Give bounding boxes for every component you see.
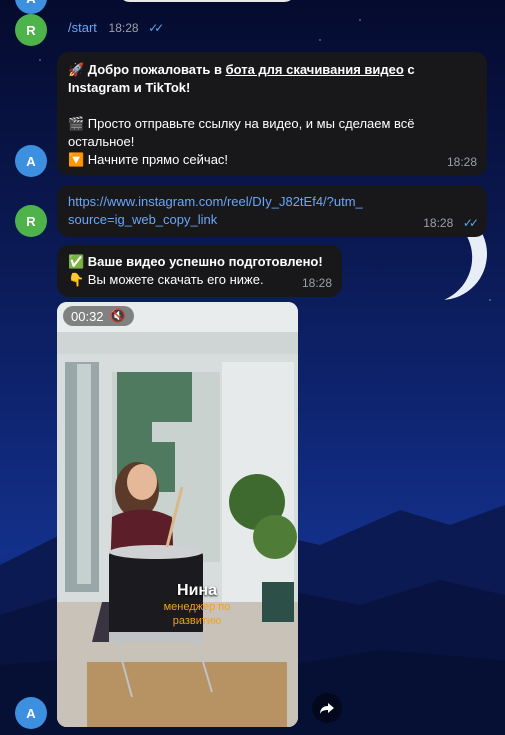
video-player[interactable]: 00:32 🔇 Нина менеджер по развитию [57,302,298,727]
double-check-icon: ✓✓ [462,216,479,230]
video-duration-badge[interactable]: 00:32 🔇 [63,306,134,326]
message-start[interactable]: /start 18:28 ✓✓ [68,20,164,35]
double-check-icon: ✓✓ [148,21,164,35]
avatar[interactable]: A [15,0,47,14]
message-time: 18:28 [446,155,477,169]
welcome-line2: 🎬 Просто отправьте ссылку на видео, и мы… [68,116,415,149]
start-command-link[interactable]: /start [68,20,97,35]
avatar[interactable]: A [15,697,47,729]
previous-message-edge [118,0,296,2]
video-caption: Нина менеджер по развитию [137,582,257,628]
share-icon [320,703,334,714]
speaker-muted-icon[interactable]: 🔇 [110,308,126,324]
video-duration: 00:32 [71,308,104,324]
ready-title: ✅ Ваше видео успешно подготовлено! [68,254,323,269]
share-button[interactable] [312,693,342,723]
welcome-line3: 🔽 Начните прямо сейчас! [68,152,229,167]
avatar[interactable]: R [15,205,47,237]
caption-name: Нина [177,582,217,599]
welcome-line1: 🚀 Добро пожаловать в бота для скачивания… [68,61,476,97]
instagram-link[interactable]: https://www.instagram.com/reel/DIy_J82tE… [68,194,363,227]
caption-role: менеджер по развитию [163,601,231,627]
bot-link-text[interactable]: бота для скачивания видео [226,62,404,77]
message-time: 18:28 [108,21,139,35]
message-link[interactable]: https://www.instagram.com/reel/DIy_J82tE… [57,185,487,237]
message-time: 18:28 [423,216,454,230]
message-welcome[interactable]: 🚀 Добро пожаловать в бота для скачивания… [57,52,487,176]
message-ready[interactable]: ✅ Ваше видео успешно подготовлено! 👇 Вы … [57,245,342,297]
avatar[interactable]: R [15,14,47,46]
avatar[interactable]: A [15,145,47,177]
message-time: 18:28 [301,276,332,290]
video-frame [57,302,298,727]
welcome-line1-prefix: 🚀 Добро пожаловать в [68,62,226,77]
ready-subtitle: 👇 Вы можете скачать его ниже. [68,272,264,287]
